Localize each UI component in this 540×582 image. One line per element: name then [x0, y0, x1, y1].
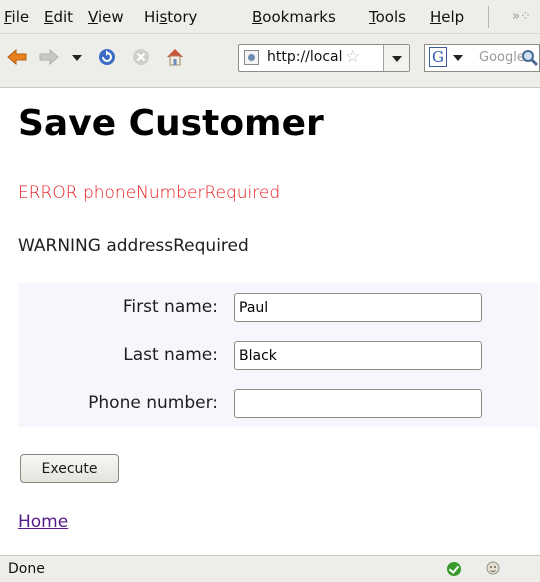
history-dropdown-icon[interactable] [66, 46, 88, 68]
url-text[interactable]: http://localhost [267, 49, 343, 65]
status-text: Done [8, 561, 45, 577]
menu-edit[interactable]: Edit [44, 8, 73, 26]
search-bar[interactable]: G Google [424, 44, 540, 72]
navigation-toolbar: http://localhost ☆ G Google [0, 34, 540, 88]
google-icon: G [429, 47, 447, 67]
search-engine-selector[interactable]: G [427, 47, 471, 69]
overflow-chevron-label: » [512, 9, 520, 24]
home-link[interactable]: Home [18, 512, 68, 532]
menu-history[interactable]: History [144, 8, 197, 26]
status-bar: Done [0, 555, 540, 582]
url-bar[interactable]: http://localhost ☆ [238, 44, 410, 72]
menu-help[interactable]: Help [430, 8, 464, 26]
last-name-field[interactable] [234, 341, 482, 370]
phone-number-label: Phone number: [88, 393, 218, 413]
phone-number-field[interactable] [234, 389, 482, 418]
search-engine-dropdown-icon[interactable] [447, 47, 469, 69]
page-title: Save Customer [18, 103, 324, 144]
checkmark-icon[interactable] [447, 562, 461, 576]
magnifier-icon[interactable] [521, 49, 539, 67]
warning-message: WARNING addressRequired [18, 236, 249, 256]
site-identity-icon[interactable] [244, 50, 259, 65]
error-message: ERROR phoneNumberRequired [18, 183, 281, 203]
menu-bar: File Edit View History Bookmarks Tools H… [0, 0, 540, 34]
first-name-label: First name: [122, 297, 218, 317]
first-name-field[interactable] [234, 293, 482, 322]
search-input[interactable]: Google [479, 50, 525, 65]
stop-icon[interactable] [130, 46, 152, 68]
menu-divider [488, 6, 489, 28]
last-name-label: Last name: [123, 345, 218, 365]
menu-file[interactable]: File [4, 8, 29, 26]
menu-view[interactable]: View [88, 8, 124, 26]
execute-button[interactable]: Execute [20, 454, 119, 483]
bookmark-star-icon[interactable]: ☆ [345, 47, 360, 67]
addon-monkey-icon[interactable] [485, 560, 501, 576]
url-dropdown-button[interactable] [383, 45, 409, 71]
reload-icon[interactable] [96, 46, 118, 68]
menu-bookmarks[interactable]: Bookmarks [252, 8, 336, 26]
forward-arrow-icon[interactable] [38, 46, 60, 68]
throbber-icon[interactable]: »⁘ [512, 9, 531, 24]
back-arrow-icon[interactable] [6, 46, 28, 68]
customer-form: First name: Last name: Phone number: [18, 283, 538, 427]
home-icon[interactable] [164, 46, 186, 68]
menu-tools[interactable]: Tools [369, 8, 406, 26]
